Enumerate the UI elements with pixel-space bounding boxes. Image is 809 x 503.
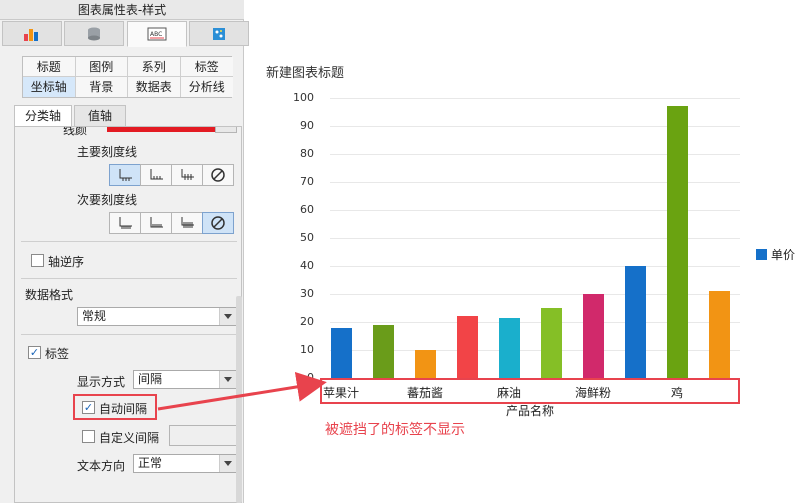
annotation-note: 被遮挡了的标签不显示: [325, 422, 465, 438]
